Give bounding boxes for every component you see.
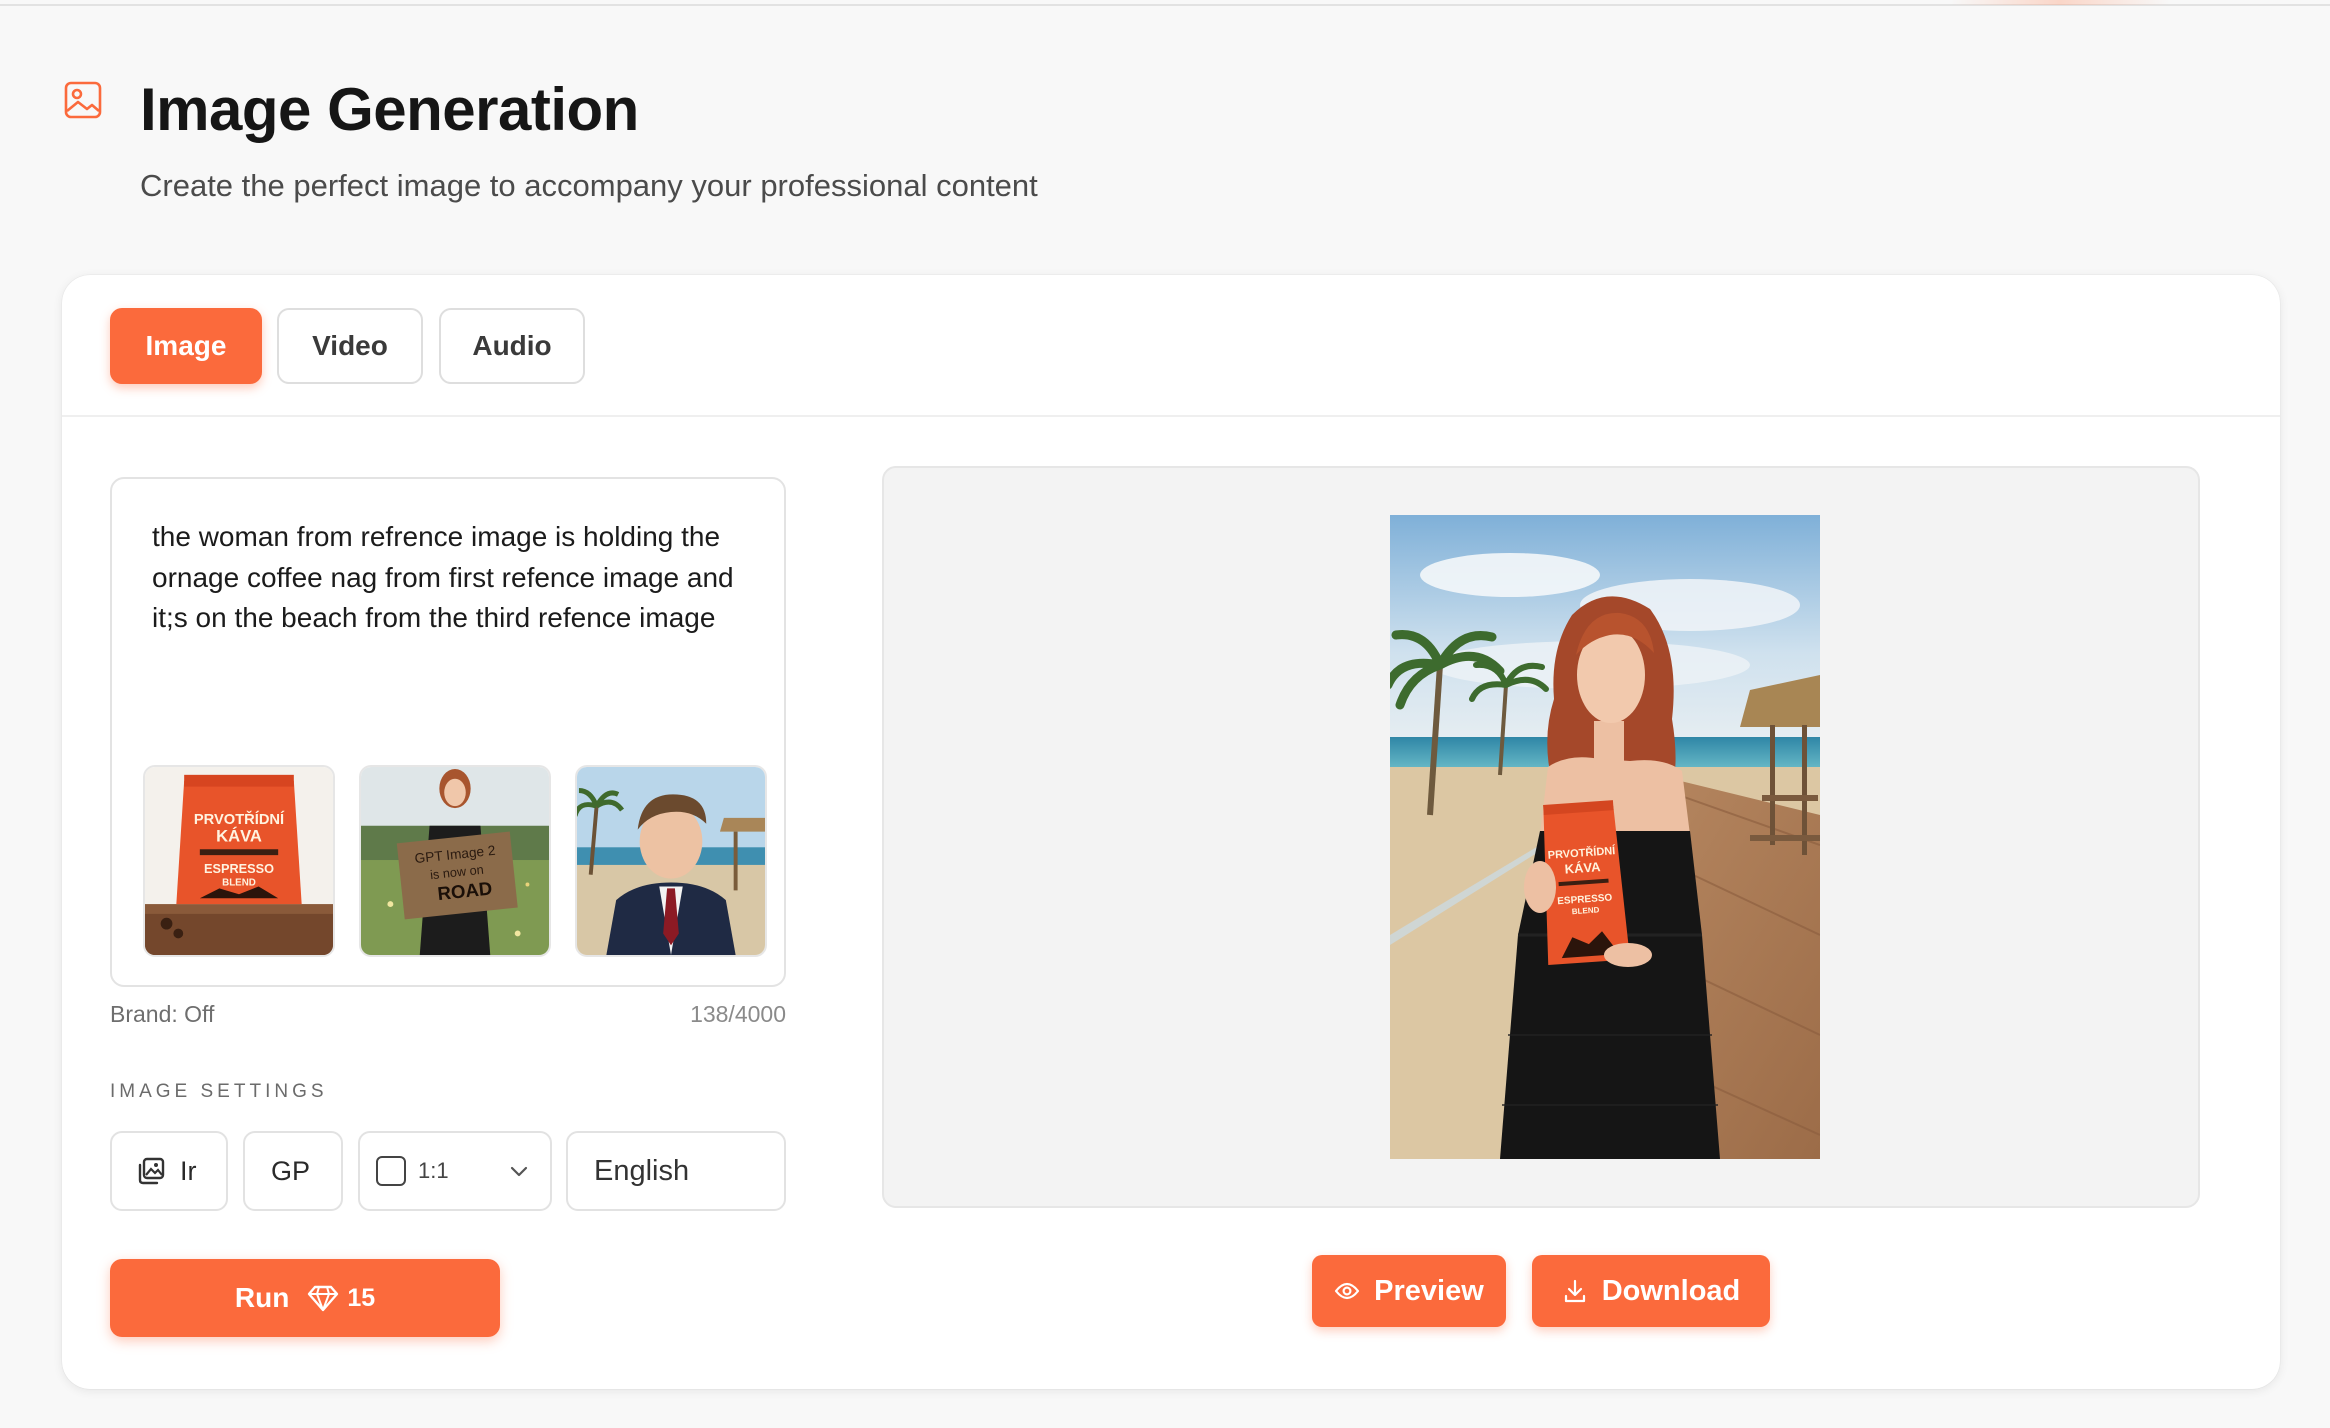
- run-button[interactable]: Run 15: [110, 1259, 500, 1337]
- coffee-bag-thumbnail: PRVOTŘÍDNÍ KÁVA ESPRESSO BLEND: [145, 767, 333, 955]
- bag-text-line-4: BLEND: [222, 877, 256, 888]
- gem-icon: [308, 1285, 339, 1312]
- result-panel: PRVOTŘÍDNÍ KÁVA ESPRESSO BLEND: [882, 466, 2200, 1208]
- image-stack-icon: [138, 1157, 165, 1185]
- tab-video[interactable]: Video: [277, 308, 423, 384]
- result-bag-text-line-2: KÁVA: [1564, 859, 1601, 877]
- reference-image-beach-man[interactable]: [575, 765, 767, 957]
- bag-text-line-2: KÁVA: [216, 826, 262, 845]
- language-value: English: [594, 1154, 690, 1187]
- beach-man-thumbnail: [577, 767, 765, 955]
- page-title: Image Generation: [140, 76, 639, 143]
- media-tabs: Image Video Audio: [62, 275, 2280, 417]
- tab-audio[interactable]: Audio: [439, 308, 585, 384]
- page-subtitle: Create the perfect image to accompany yo…: [140, 168, 1038, 203]
- generated-image[interactable]: PRVOTŘÍDNÍ KÁVA ESPRESSO BLEND: [1390, 515, 1820, 1159]
- character-count: 138/4000: [690, 1001, 786, 1027]
- reference-image-coffee-bag[interactable]: PRVOTŘÍDNÍ KÁVA ESPRESSO BLEND: [143, 765, 335, 957]
- image-icon: [63, 80, 103, 120]
- aspect-ratio-selector[interactable]: 1:1: [358, 1131, 552, 1211]
- top-accent-glow: [1950, 0, 2170, 5]
- generation-card: Image Video Audio the woman from refrenc…: [62, 275, 2280, 1389]
- image-settings-label: IMAGE SETTINGS: [110, 1081, 328, 1102]
- aspect-ratio-icon: [376, 1156, 406, 1186]
- eye-icon: [1335, 1282, 1360, 1300]
- model-value: GP: [271, 1155, 311, 1186]
- image-type-selector[interactable]: Ir: [110, 1131, 228, 1211]
- generated-image-art: PRVOTŘÍDNÍ KÁVA ESPRESSO BLEND: [1390, 515, 1820, 1159]
- bag-text-line-1: PRVOTŘÍDNÍ: [194, 810, 285, 828]
- prompt-input[interactable]: the woman from refrence image is holding…: [110, 477, 786, 987]
- image-type-value: Ir: [180, 1155, 197, 1186]
- woman-sign-thumbnail: GPT Image 2 is now on ROAD: [361, 767, 549, 955]
- download-button[interactable]: Download: [1532, 1255, 1770, 1327]
- bag-text-line-3: ESPRESSO: [204, 861, 274, 876]
- brand-status: Brand: Off: [110, 1001, 215, 1027]
- tab-image[interactable]: Image: [110, 308, 262, 384]
- preview-button[interactable]: Preview: [1312, 1255, 1506, 1327]
- chevron-down-icon: [510, 1166, 528, 1177]
- reference-image-woman-sign[interactable]: GPT Image 2 is now on ROAD: [359, 765, 551, 957]
- prompt-text[interactable]: the woman from refrence image is holding…: [152, 517, 752, 639]
- run-label: Run: [234, 1282, 290, 1313]
- download-label: Download: [1601, 1274, 1741, 1307]
- preview-label: Preview: [1374, 1274, 1484, 1307]
- aspect-ratio-value: 1:1: [418, 1158, 449, 1183]
- language-selector[interactable]: English: [566, 1131, 786, 1211]
- model-selector[interactable]: GP: [243, 1131, 343, 1211]
- download-icon: [1564, 1279, 1585, 1303]
- run-cost: 15: [347, 1283, 376, 1312]
